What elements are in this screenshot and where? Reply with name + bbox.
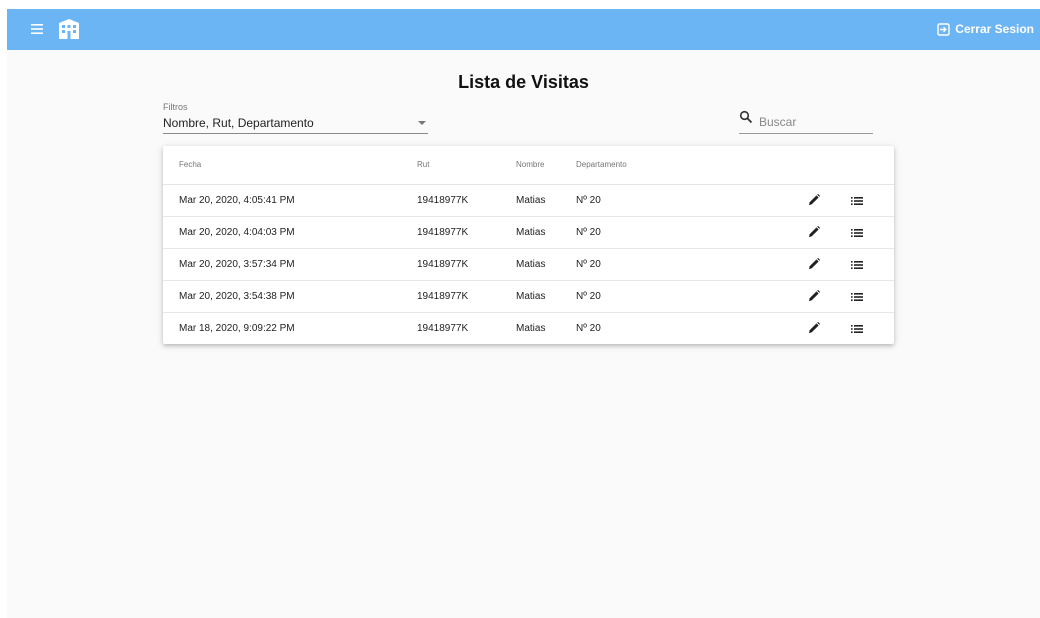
cell-rut: 19418977K (417, 227, 469, 238)
column-header-rut[interactable]: Rut (417, 160, 429, 169)
pencil-icon[interactable] (807, 289, 821, 303)
table-row: Mar 20, 2020, 4:04:03 PM 19418977K Matia… (163, 217, 894, 249)
app-frame: Cerrar Sesion Lista de Visitas Filtros N… (7, 9, 1040, 618)
cell-nombre: Matias (516, 227, 546, 238)
pencil-icon[interactable] (807, 257, 821, 271)
table-row: Mar 20, 2020, 4:05:41 PM 19418977K Matia… (163, 185, 894, 217)
menu-icon (31, 24, 43, 34)
cell-nombre: Matias (516, 291, 546, 302)
list-icon[interactable] (850, 258, 864, 272)
table-header: Fecha Rut Nombre Departamento (163, 146, 894, 185)
list-icon[interactable] (850, 194, 864, 208)
cell-fecha: Mar 20, 2020, 4:05:41 PM (179, 195, 295, 206)
logout-button[interactable]: Cerrar Sesion (937, 22, 1034, 36)
cell-fecha: Mar 20, 2020, 3:57:34 PM (179, 259, 295, 270)
logout-label: Cerrar Sesion (955, 22, 1034, 36)
visits-table: Fecha Rut Nombre Departamento Mar 20, 20… (163, 146, 894, 344)
home-button[interactable] (57, 18, 81, 40)
cell-departamento: Nº 20 (576, 323, 601, 334)
table-row: Mar 18, 2020, 9:09:22 PM 19418977K Matia… (163, 313, 894, 344)
cell-nombre: Matias (516, 259, 546, 270)
filter-select[interactable]: Filtros Nombre, Rut, Departamento (163, 102, 428, 134)
cell-fecha: Mar 20, 2020, 3:54:38 PM (179, 291, 295, 302)
cell-rut: 19418977K (417, 259, 469, 270)
pencil-icon[interactable] (807, 321, 821, 335)
cell-departamento: Nº 20 (576, 195, 601, 206)
search-field (739, 109, 873, 134)
menu-button[interactable] (30, 22, 44, 36)
cell-fecha: Mar 20, 2020, 4:04:03 PM (179, 227, 295, 238)
column-header-departamento[interactable]: Departamento (576, 160, 627, 169)
search-icon (739, 110, 753, 124)
top-app-bar: Cerrar Sesion (7, 9, 1040, 50)
cell-rut: 19418977K (417, 323, 469, 334)
cell-nombre: Matias (516, 323, 546, 334)
column-header-nombre[interactable]: Nombre (516, 160, 544, 169)
table-row: Mar 20, 2020, 3:54:38 PM 19418977K Matia… (163, 281, 894, 313)
cell-departamento: Nº 20 (576, 291, 601, 302)
pencil-icon[interactable] (807, 193, 821, 207)
list-icon[interactable] (850, 322, 864, 336)
search-input[interactable] (759, 114, 869, 130)
cell-departamento: Nº 20 (576, 259, 601, 270)
filter-label: Filtros (163, 102, 188, 112)
cell-nombre: Matias (516, 195, 546, 206)
filter-value: Nombre, Rut, Departamento (163, 116, 314, 130)
cell-departamento: Nº 20 (576, 227, 601, 238)
table-row: Mar 20, 2020, 3:57:34 PM 19418977K Matia… (163, 249, 894, 281)
building-icon (59, 19, 79, 39)
pencil-icon[interactable] (807, 225, 821, 239)
cell-rut: 19418977K (417, 195, 469, 206)
list-icon[interactable] (850, 226, 864, 240)
page-title: Lista de Visitas (458, 72, 589, 92)
list-icon[interactable] (850, 290, 864, 304)
dropdown-arrow-icon (418, 121, 426, 125)
cell-fecha: Mar 18, 2020, 9:09:22 PM (179, 323, 295, 334)
column-header-fecha[interactable]: Fecha (179, 160, 201, 169)
exit-icon (937, 22, 950, 36)
cell-rut: 19418977K (417, 291, 469, 302)
